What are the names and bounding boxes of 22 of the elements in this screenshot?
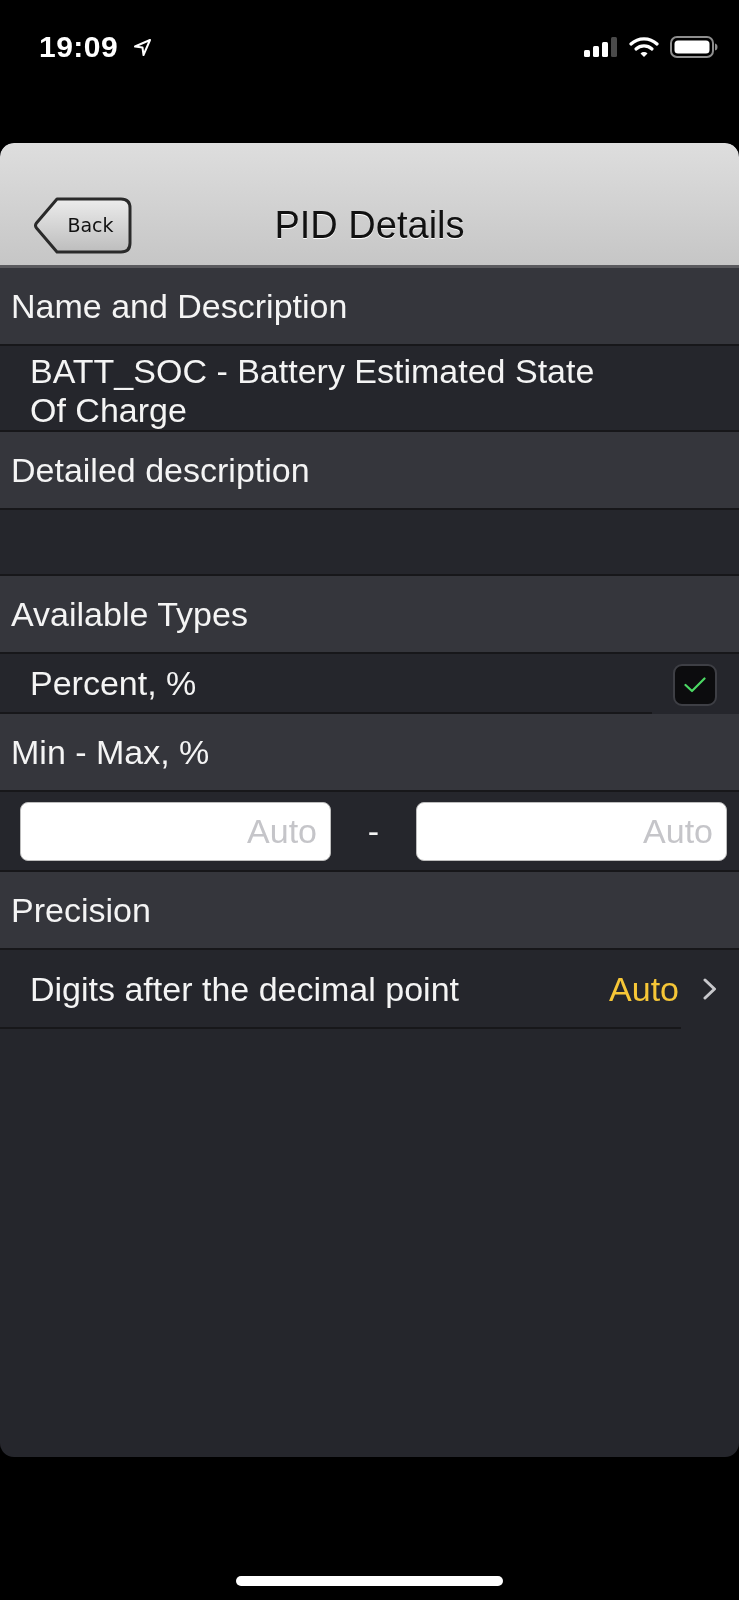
pid-name: BATT_SOC - Battery Estimated State Of Charge (30, 352, 596, 430)
status-time: 19:09 (39, 32, 119, 62)
row-value: Auto (609, 971, 679, 1006)
row-label: Digits after the decimal point (30, 971, 460, 1006)
back-button[interactable]: Back (33, 197, 132, 254)
location-arrow-icon (133, 37, 153, 57)
screen-title: PID Details (274, 203, 465, 248)
section-title: Detailed description (11, 453, 310, 487)
signal-icon (584, 37, 618, 57)
section-title: Name and Description (11, 289, 348, 323)
min-field[interactable]: Auto (20, 801, 331, 861)
wifi-icon (629, 36, 659, 58)
chevron-right-icon (703, 977, 717, 1000)
section-title: Available Types (11, 597, 248, 631)
checkbox[interactable] (673, 664, 717, 706)
range-separator: - (366, 814, 381, 848)
section-title: Min - Max, % (11, 735, 210, 769)
battery-icon (670, 36, 718, 58)
row-label: Percent, % (30, 666, 197, 700)
section-title: Precision (11, 893, 151, 927)
max-field[interactable]: Auto (416, 801, 727, 861)
check-icon (684, 677, 706, 693)
